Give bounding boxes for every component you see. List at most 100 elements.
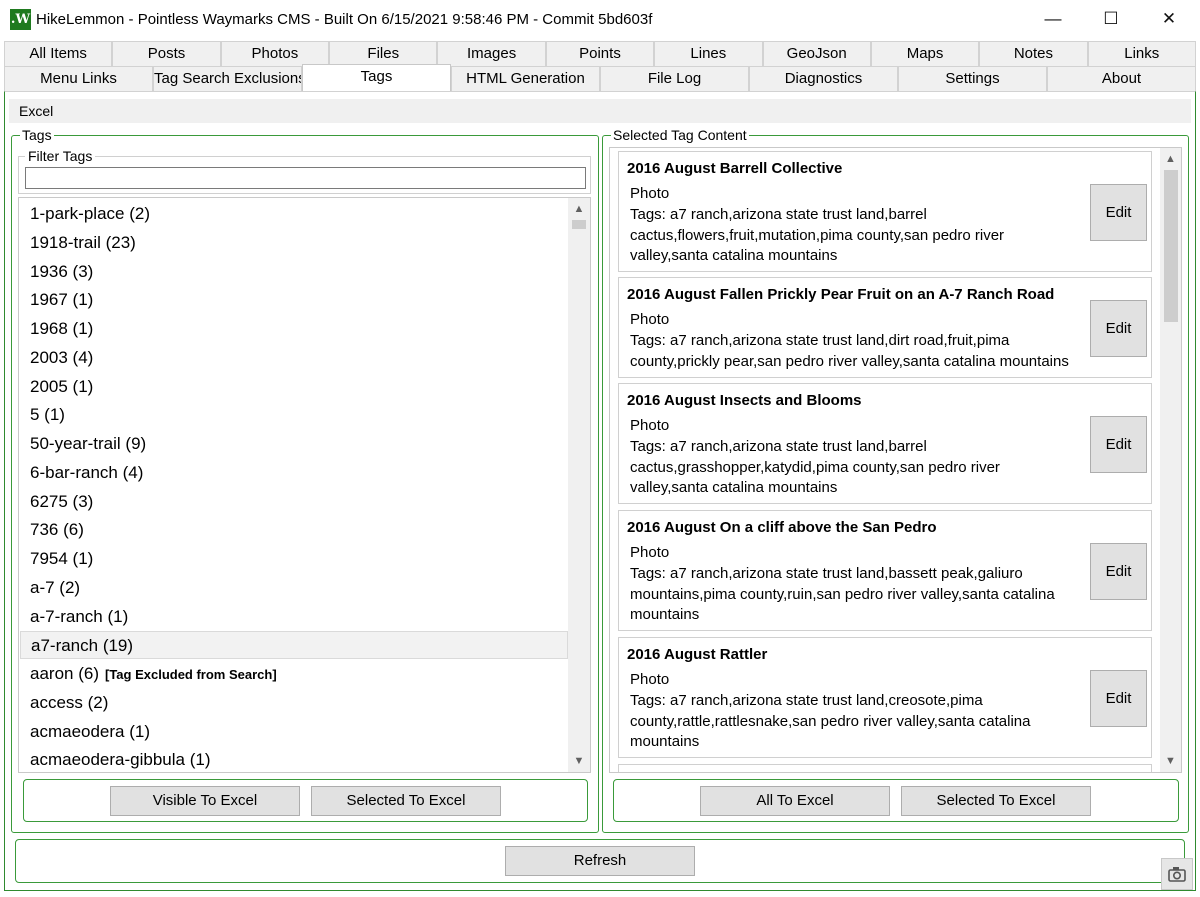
tag-list-item[interactable]: 50-year-trail (9) — [20, 430, 568, 458]
tag-label: 1-park-place (2) — [30, 204, 150, 223]
close-button[interactable]: ✕ — [1140, 0, 1198, 38]
tag-list-item[interactable]: 2003 (4) — [20, 344, 568, 372]
tag-list-item[interactable]: 5 (1) — [20, 401, 568, 429]
tag-label: 736 (6) — [30, 520, 84, 540]
tag-label: 2003 (4) — [30, 347, 94, 367]
tab-row-2: Menu Links Tag Search Exclusions Tags HT… — [4, 64, 1196, 91]
tab-links[interactable]: Links — [1087, 41, 1196, 66]
tab-maps[interactable]: Maps — [870, 41, 980, 66]
content-card-title: 2016 August Barrell Collective — [627, 160, 843, 177]
tag-list-item[interactable]: acmaeodera-gibbula (1) — [20, 746, 568, 772]
tag-list-item[interactable]: 736 (6) — [20, 516, 568, 544]
tag-list-item[interactable]: 1967 (1) — [20, 286, 568, 314]
app-logo-icon: .W — [10, 9, 31, 30]
tab-all-items[interactable]: All Items — [4, 41, 113, 66]
title-bar: .W HikeLemmon - Pointless Waymarks CMS -… — [0, 0, 1200, 40]
minimize-button[interactable]: — — [1024, 0, 1082, 38]
tags-button-bar: Visible To Excel Selected To Excel — [23, 779, 588, 822]
tab-photos[interactable]: Photos — [220, 41, 330, 66]
tab-files[interactable]: Files — [329, 41, 438, 66]
content-card-title: 2016 August Rattler — [627, 646, 768, 663]
content-list-scrollbar[interactable]: ▲ ▼ — [1160, 148, 1181, 772]
tag-label: 5 (1) — [30, 405, 65, 425]
all-to-excel-button[interactable]: All To Excel — [700, 786, 890, 816]
tag-label: a-7 (2) — [30, 577, 81, 597]
refresh-button[interactable]: Refresh — [505, 846, 695, 876]
selected-tag-content-group: Selected Tag Content 2016 August Barrell… — [602, 126, 1189, 833]
tag-list: 1-park-place (2) 1918-trail (23) 1936 (3) 1… — [18, 197, 591, 773]
tab-about[interactable]: About — [1047, 66, 1196, 91]
content-list: 2016 August Barrell Collective Photo Tags:… — [609, 147, 1182, 773]
tag-label: acmaeodera-gibbula (1) — [30, 750, 211, 770]
tag-list-item[interactable]: aaron (6) [Tag Excluded from Search] — [20, 660, 568, 688]
tab-tag-search-exclusions[interactable]: Tag Search Exclusions — [153, 66, 302, 91]
scroll-thumb[interactable] — [572, 220, 586, 229]
menu-excel[interactable]: Excel — [19, 103, 53, 119]
tab-html-generation[interactable]: HTML Generation — [451, 66, 600, 91]
content-card-tags: Tags: a7 ranch,arizona state trust land,… — [630, 565, 1055, 623]
tag-label: acmaeodera (1) — [30, 721, 151, 741]
tag-list-item[interactable]: 6-bar-ranch (4) — [20, 459, 568, 487]
tags-selected-to-excel-button[interactable]: Selected To Excel — [311, 786, 501, 816]
tab-tags[interactable]: Tags — [302, 64, 451, 91]
scroll-up-icon[interactable]: ▲ — [1160, 150, 1181, 168]
tag-list-item[interactable]: a-7-ranch (1) — [20, 603, 568, 631]
content-card-type: Photo — [630, 311, 670, 328]
tag-list-item[interactable]: 1-park-place (2) — [20, 200, 568, 228]
tab-menu-links[interactable]: Menu Links — [4, 66, 153, 91]
tag-list-item[interactable]: 1936 (3) — [20, 258, 568, 286]
tag-list-item[interactable]: 1968 (1) — [20, 315, 568, 343]
tag-list-item[interactable]: a-7 (2) — [20, 574, 568, 602]
content-card-tags: Tags: a7 ranch,arizona state trust land,… — [630, 206, 1005, 264]
tag-list-item[interactable]: a7-ranch (19) — [20, 631, 568, 660]
tab-lines[interactable]: Lines — [654, 41, 763, 66]
content-card: 2016 August Insects and Blooms Photo Tags:… — [618, 383, 1152, 504]
content-card: 2016 August Barrell Collective Photo Tags:… — [618, 151, 1152, 272]
tag-label: 1918-trail (23) — [30, 232, 136, 252]
maximize-button[interactable]: ☐ — [1082, 0, 1140, 38]
scroll-up-icon[interactable]: ▲ — [568, 200, 590, 218]
tab-geojson[interactable]: GeoJson — [762, 41, 871, 66]
tag-list-scrollbar[interactable]: ▲ ▼ — [568, 198, 590, 772]
edit-button[interactable]: Edit — [1090, 300, 1147, 357]
filter-tags-group: Filter Tags — [18, 148, 591, 194]
tag-list-item[interactable]: 6275 (3) — [20, 488, 568, 516]
tag-label: 1968 (1) — [30, 319, 94, 338]
tab-images[interactable]: Images — [437, 41, 546, 66]
camera-icon[interactable] — [1161, 858, 1193, 890]
content-selected-to-excel-button[interactable]: Selected To Excel — [901, 786, 1091, 816]
tag-list-item[interactable]: access (2) — [20, 689, 568, 717]
content-card: 2016 August On a cliff above the San Ped… — [618, 510, 1152, 631]
content-card-type: Photo — [630, 671, 670, 688]
tab-row-1: All Items Posts Photos Files Images Poin… — [4, 41, 1196, 66]
content-card-type: Photo — [630, 185, 670, 202]
filter-tags-input[interactable] — [25, 167, 586, 189]
tab-notes[interactable]: Notes — [979, 41, 1088, 66]
content-card-tags: Tags: a7 ranch,arizona state trust land,… — [630, 438, 1000, 496]
tab-diagnostics[interactable]: Diagnostics — [749, 66, 898, 91]
edit-button[interactable]: Edit — [1090, 543, 1147, 600]
edit-button[interactable]: Edit — [1090, 416, 1147, 473]
visible-to-excel-button[interactable]: Visible To Excel — [110, 786, 300, 816]
tab-settings[interactable]: Settings — [898, 66, 1047, 91]
tag-list-item[interactable]: 1918-trail (23) — [20, 229, 568, 257]
tag-label: access (2) — [30, 692, 109, 712]
edit-button[interactable]: Edit — [1090, 184, 1147, 241]
filter-tags-label: Filter Tags — [25, 148, 96, 164]
content-card-partial — [618, 764, 1152, 772]
scroll-thumb[interactable] — [1164, 170, 1178, 322]
tag-list-item[interactable]: 7954 (1) — [20, 545, 568, 573]
tag-list-item[interactable]: 2005 (1) — [20, 373, 568, 401]
tab-file-log[interactable]: File Log — [600, 66, 749, 91]
refresh-bar: Refresh — [15, 839, 1185, 883]
scroll-down-icon[interactable]: ▼ — [568, 752, 590, 770]
edit-button[interactable]: Edit — [1090, 670, 1147, 727]
tag-label: a-7-ranch (1) — [30, 606, 129, 626]
tab-posts[interactable]: Posts — [112, 41, 221, 66]
scroll-down-icon[interactable]: ▼ — [1160, 752, 1181, 770]
tab-points[interactable]: Points — [545, 41, 655, 66]
tag-label: 6275 (3) — [30, 491, 94, 511]
tag-label: 1967 (1) — [30, 290, 94, 310]
tag-label: a7-ranch (19) — [31, 636, 134, 656]
tag-list-item[interactable]: acmaeodera (1) — [20, 718, 568, 746]
